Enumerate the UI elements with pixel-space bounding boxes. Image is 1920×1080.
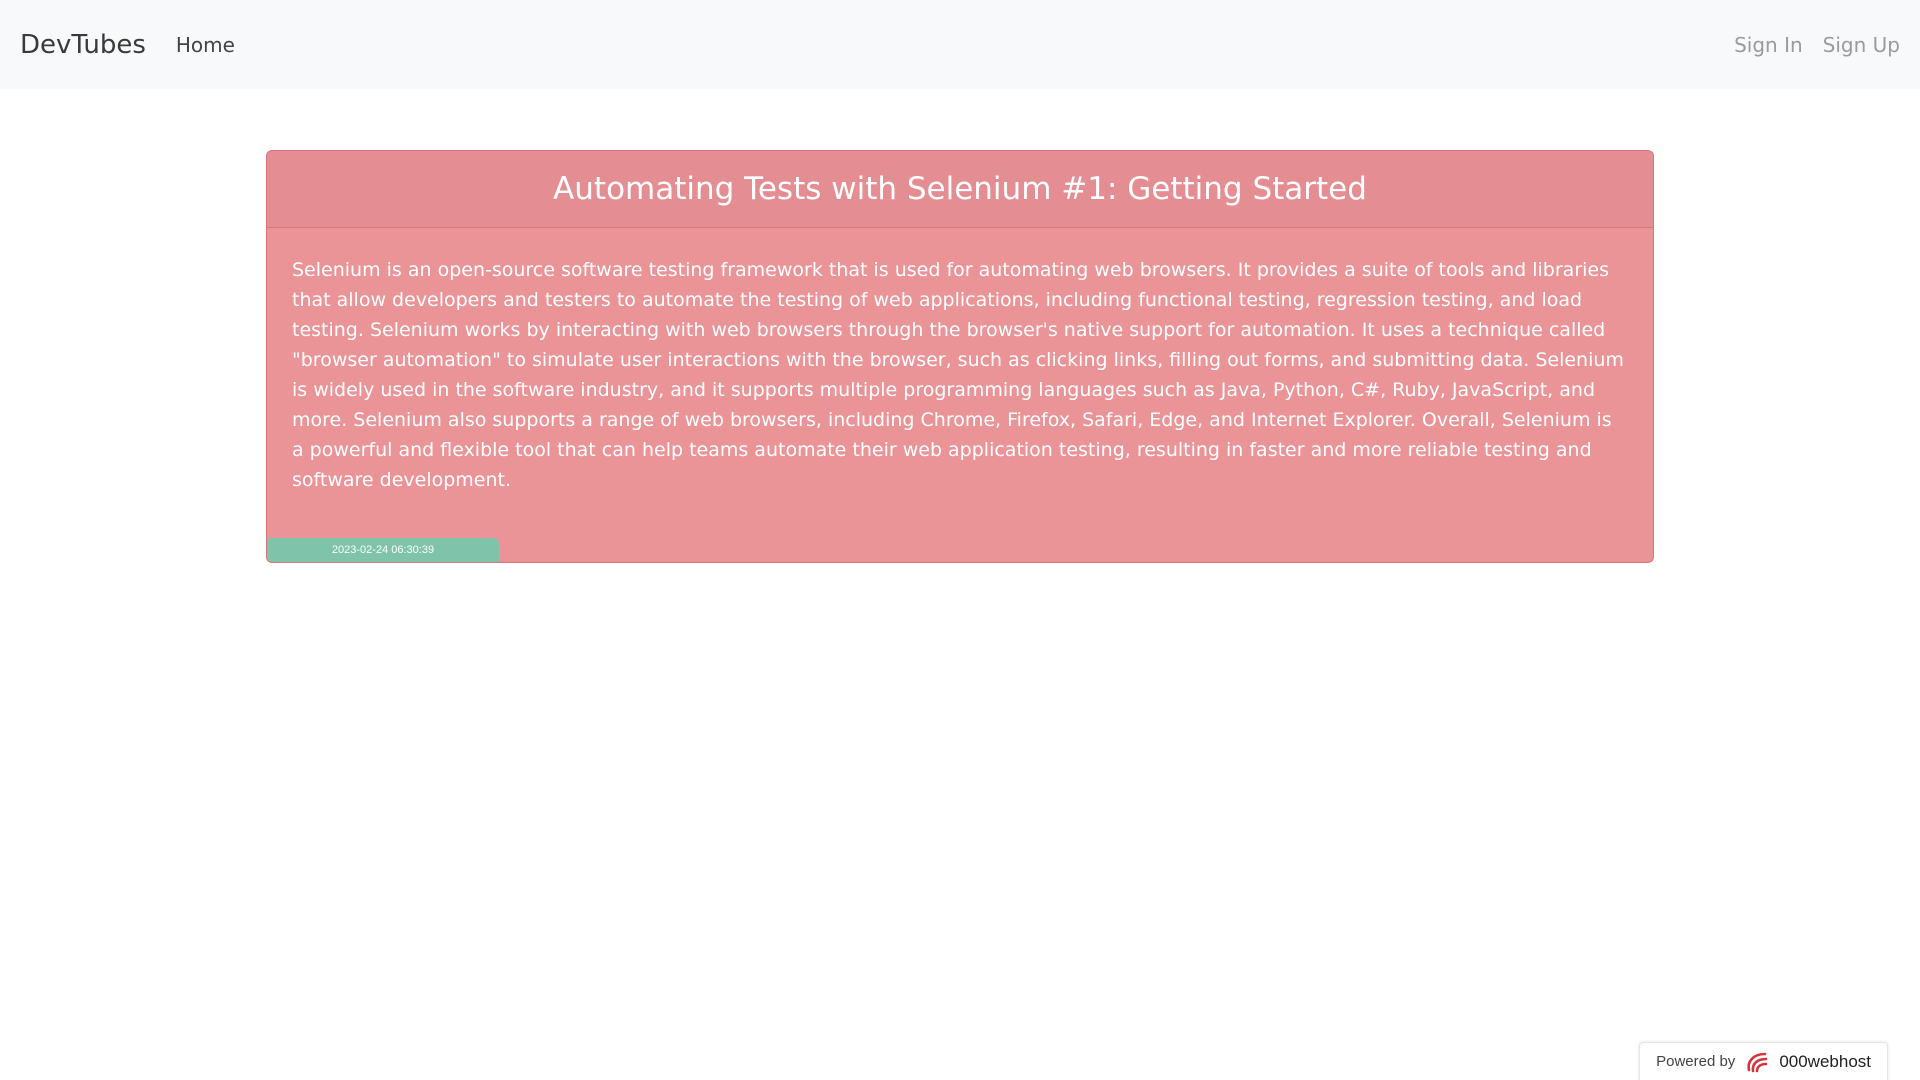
top-navbar: DevTubes Home Sign In Sign Up [0, 0, 1920, 89]
post-card: Automating Tests with Selenium #1: Getti… [266, 150, 1654, 563]
powered-by-badge[interactable]: Powered by 000webhost [1639, 1042, 1888, 1080]
brand-link[interactable]: DevTubes [20, 30, 146, 60]
post-title: Automating Tests with Selenium #1: Getti… [553, 171, 1367, 207]
powered-by-label: Powered by [1656, 1053, 1736, 1070]
webhost-name: 000webhost [1779, 1051, 1871, 1071]
post-card-body: Selenium is an open-source software test… [267, 228, 1653, 495]
sign-in-link[interactable]: Sign In [1734, 33, 1803, 57]
nav-home-link[interactable]: Home [176, 33, 235, 57]
post-timestamp-badge: 2023-02-24 06:30:39 [267, 538, 499, 562]
post-card-header: Automating Tests with Selenium #1: Getti… [267, 151, 1653, 228]
sign-up-link[interactable]: Sign Up [1823, 33, 1900, 57]
auth-links: Sign In Sign Up [1734, 33, 1900, 57]
post-body-text: Selenium is an open-source software test… [292, 259, 1624, 491]
webhost-logo-icon [1743, 1050, 1771, 1074]
